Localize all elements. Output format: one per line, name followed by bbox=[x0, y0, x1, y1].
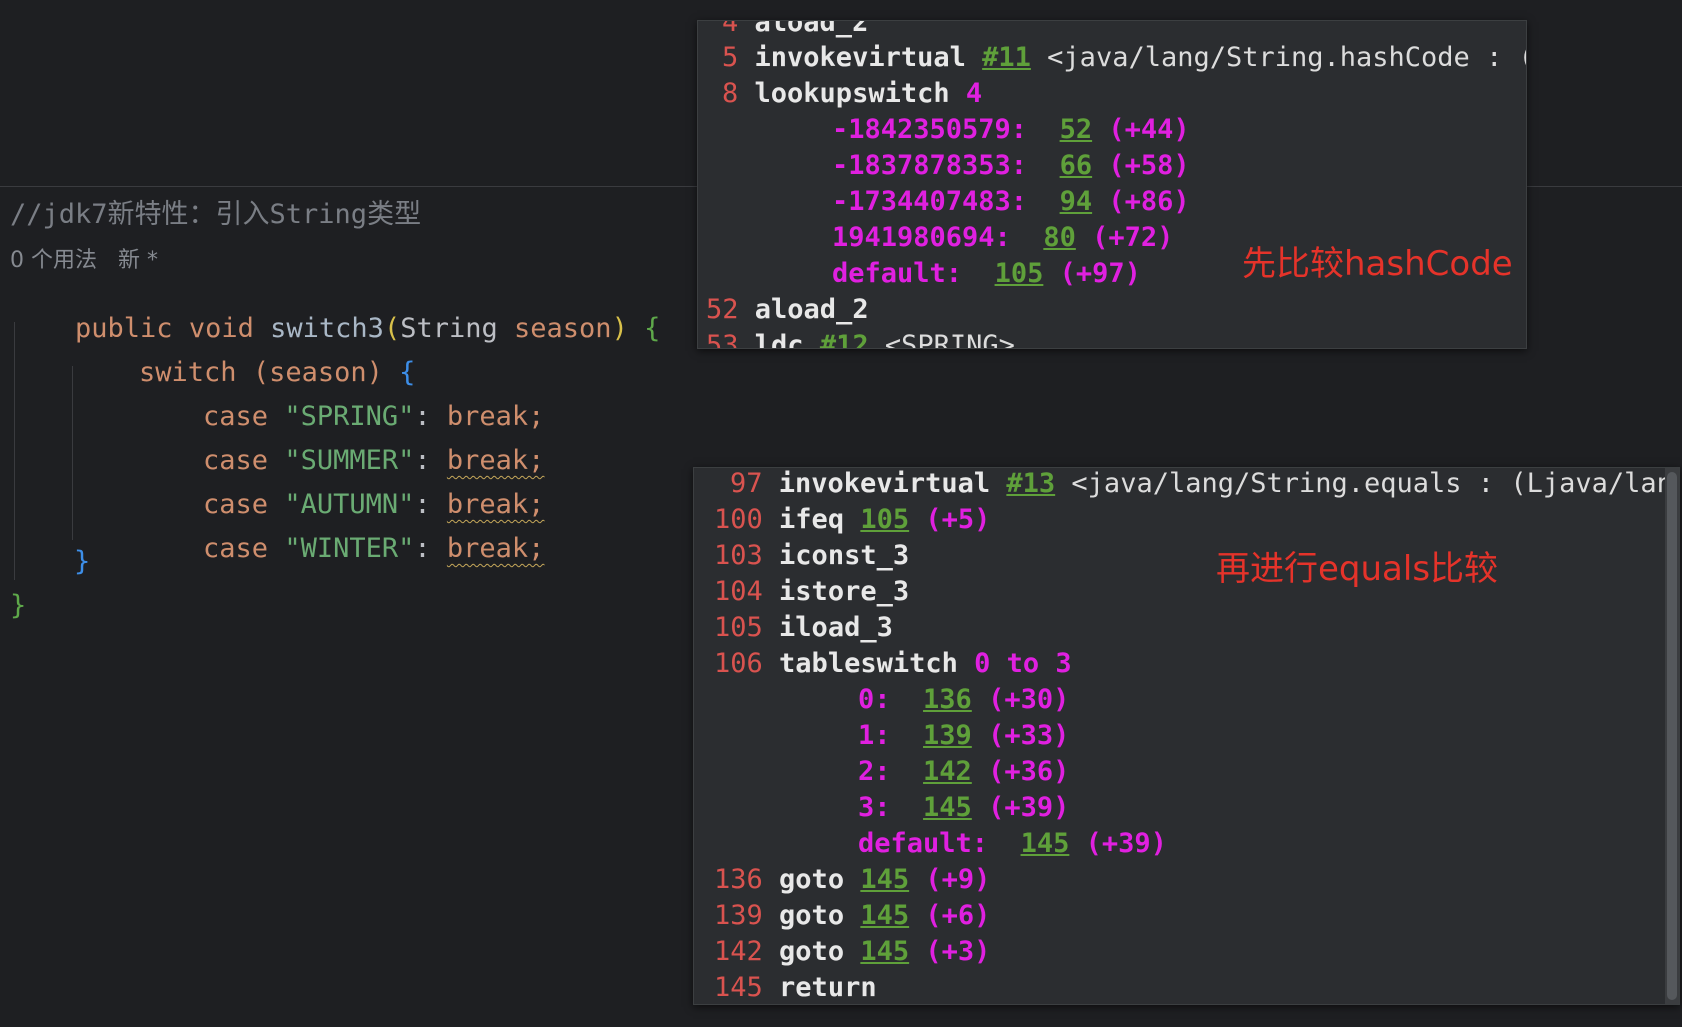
bytecode-line: 142 goto 145 (+3) bbox=[714, 936, 991, 967]
bytecode-line: 52 aload_2 bbox=[706, 294, 869, 325]
code-comment: //jdk7新特性：引入String类型 bbox=[10, 199, 422, 230]
jump-target-link[interactable]: 94 bbox=[1060, 186, 1093, 217]
bytecode-line: 105 iload_3 bbox=[714, 612, 893, 643]
jump-target-link[interactable]: 52 bbox=[1060, 114, 1093, 145]
bytecode-line: 136 goto 145 (+9) bbox=[714, 864, 991, 895]
annotation-equals: 再进行equals比较 bbox=[1216, 549, 1499, 589]
case-break-warning: break; bbox=[446, 533, 545, 564]
case-colon: : bbox=[414, 533, 431, 564]
jump-target-link[interactable]: 136 bbox=[923, 684, 972, 715]
brace-close-method: } bbox=[10, 590, 27, 621]
case-string: "WINTER" bbox=[284, 533, 415, 564]
bytecode-line: 4 aload_2 bbox=[722, 20, 869, 38]
bytecode-line: 53 ldc #12 <SPRING> bbox=[706, 330, 1015, 348]
jump-target-link[interactable]: 80 bbox=[1043, 222, 1076, 253]
switch-entry: 1941980694: 80 (+72) bbox=[832, 222, 1174, 253]
bytecode-line: 106 tableswitch 0 to 3 bbox=[714, 648, 1072, 679]
scrollbar-thumb[interactable] bbox=[1667, 472, 1677, 1000]
switch-entry: 0: 136 (+30) bbox=[858, 684, 1070, 715]
bytecode-line: 139 goto 145 (+6) bbox=[714, 900, 991, 931]
bytecode-popup-equals[interactable]: 97 invokevirtual #13 <java/lang/String.e… bbox=[693, 467, 1680, 1005]
jump-target-link[interactable]: 145 bbox=[860, 864, 909, 895]
switch-entry: default: 105 (+97) bbox=[832, 258, 1141, 289]
bytecode-line: 104 istore_3 bbox=[714, 576, 910, 607]
switch-entry: 2: 142 (+36) bbox=[858, 756, 1070, 787]
switch-entry: -1842350579: 52 (+44) bbox=[832, 114, 1190, 145]
bytecode-line: 100 ifeq 105 (+5) bbox=[714, 504, 991, 535]
popup-scrollbar[interactable] bbox=[1665, 468, 1679, 1004]
param-name[interactable]: season bbox=[514, 313, 612, 344]
jump-target-link[interactable]: 142 bbox=[923, 756, 972, 787]
switch-entry: 3: 145 (+39) bbox=[858, 792, 1070, 823]
annotation-hashcode: 先比较hashCode bbox=[1242, 244, 1513, 284]
jump-target-link[interactable]: 105 bbox=[995, 258, 1044, 289]
switch-entry: 1: 139 (+33) bbox=[858, 720, 1070, 751]
paren-close: ) bbox=[611, 313, 628, 344]
brace-open-method: { bbox=[644, 313, 661, 344]
constant-pool-link[interactable]: #12 bbox=[820, 330, 869, 348]
case-line[interactable]: case "WINTER": break; bbox=[138, 502, 544, 595]
bytecode-popup-hashcode[interactable]: 4 aload_2 5 invokevirtual #11 <java/lang… bbox=[697, 20, 1527, 349]
switch-entry: -1837878353: 66 (+58) bbox=[832, 150, 1190, 181]
jump-target-link[interactable]: 145 bbox=[923, 792, 972, 823]
jump-target-link[interactable]: 145 bbox=[860, 900, 909, 931]
bytecode-line: 103 iconst_3 bbox=[714, 540, 910, 571]
keyword-case: case bbox=[203, 533, 269, 564]
jump-target-link[interactable]: 145 bbox=[860, 936, 909, 967]
indent-guide-outer bbox=[14, 322, 15, 580]
jump-target-link[interactable]: 105 bbox=[860, 504, 909, 535]
switch-entry: default: 145 (+39) bbox=[858, 828, 1167, 859]
jump-target-link[interactable]: 66 bbox=[1060, 150, 1093, 181]
switch-entry: -1734407483: 94 (+86) bbox=[832, 186, 1190, 217]
bytecode-line: 5 invokevirtual #11 <java/lang/String.ha… bbox=[722, 42, 1526, 73]
bytecode-line: 8 lookupswitch 4 bbox=[722, 78, 983, 109]
brace-close-switch: } bbox=[74, 546, 91, 577]
bytecode-line: 145 return bbox=[714, 972, 877, 1003]
constant-pool-link[interactable]: #11 bbox=[982, 42, 1031, 73]
constant-pool-link[interactable]: #13 bbox=[1006, 468, 1055, 499]
jump-target-link[interactable]: 139 bbox=[923, 720, 972, 751]
jump-target-link[interactable]: 145 bbox=[1021, 828, 1070, 859]
bytecode-line: 97 invokevirtual #13 <java/lang/String.e… bbox=[730, 468, 1679, 499]
indent-guide-inner bbox=[72, 366, 73, 540]
usage-hint[interactable]: 0 个用法 新 * bbox=[10, 242, 158, 274]
